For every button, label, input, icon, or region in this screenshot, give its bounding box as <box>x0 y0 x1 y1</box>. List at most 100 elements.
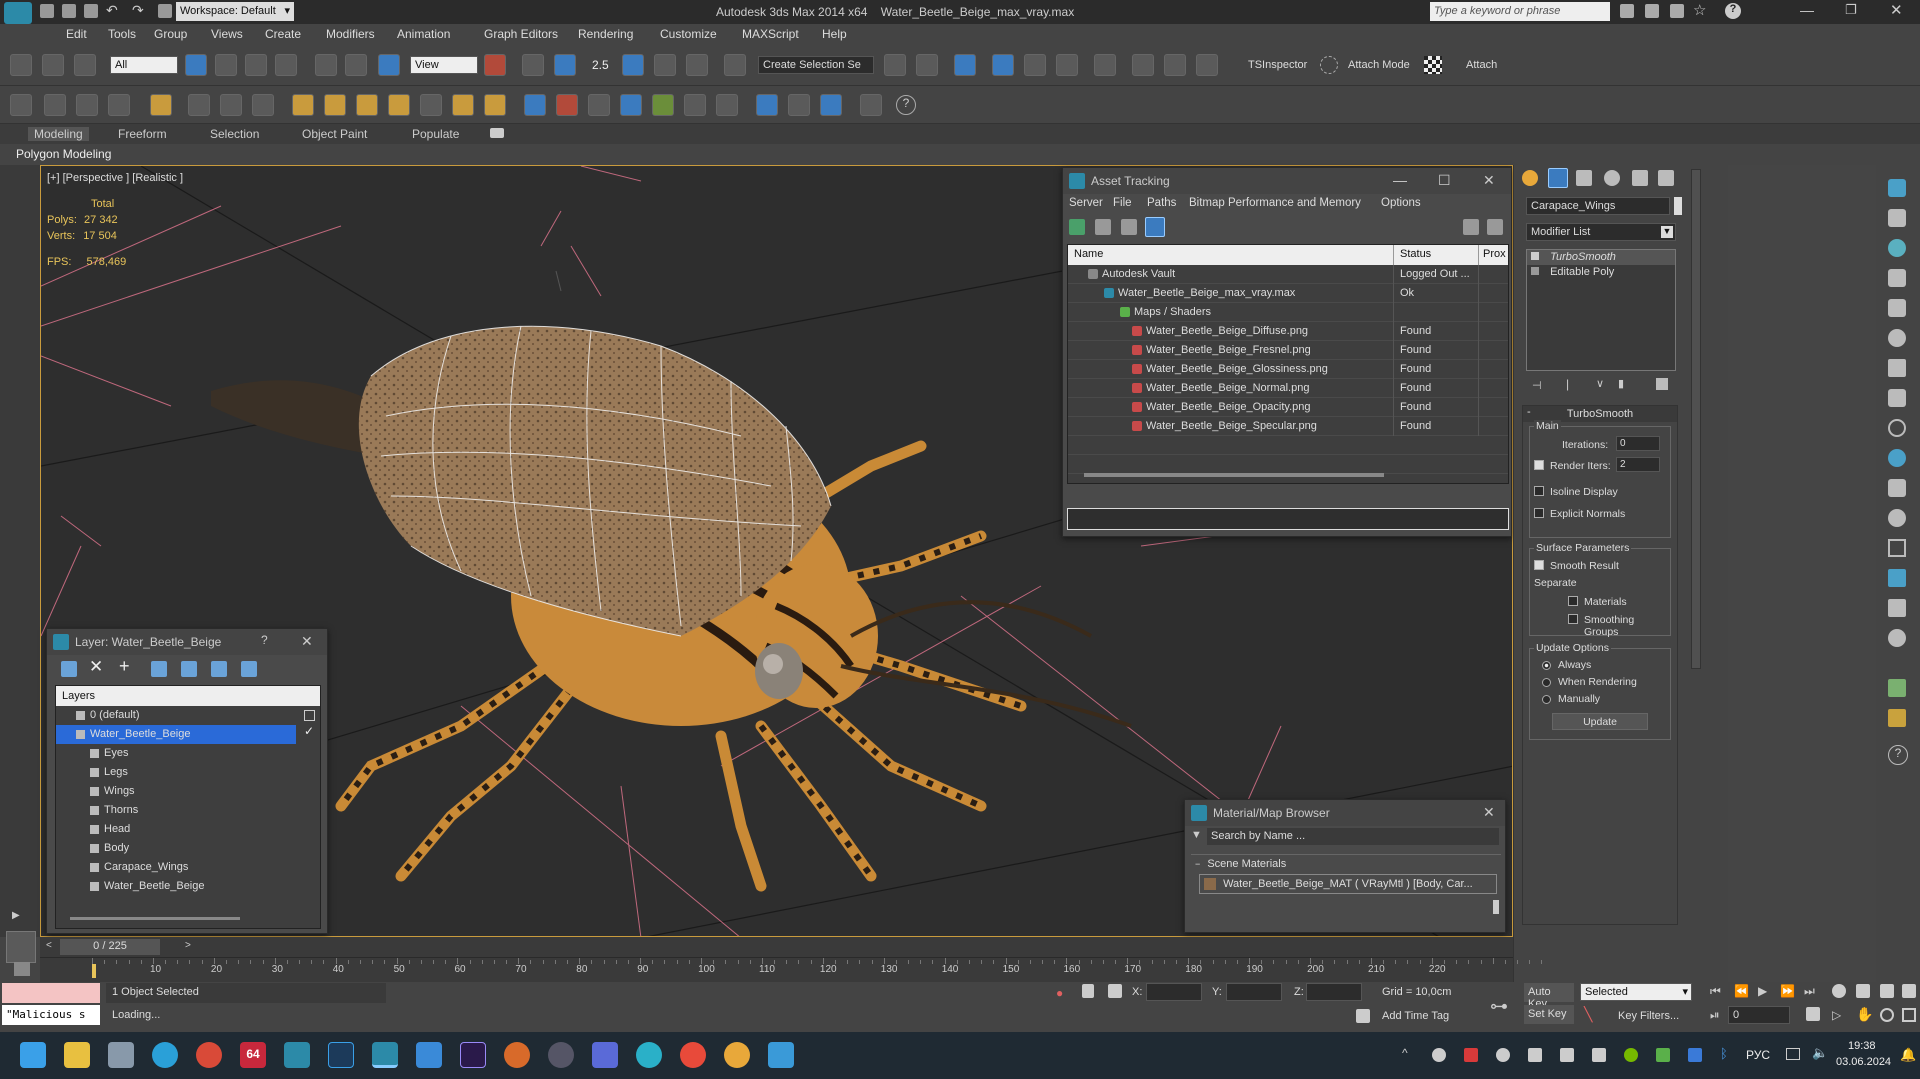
tray-usb-icon[interactable] <box>1528 1048 1542 1062</box>
select-by-name-icon[interactable] <box>215 54 237 76</box>
vray-sun-icon[interactable] <box>452 94 474 116</box>
z-coordinate-field[interactable] <box>1306 983 1362 1001</box>
asset-row[interactable]: Water_Beetle_Beige_Glossiness.png Found <box>1068 360 1508 379</box>
magnet-icon[interactable] <box>1888 479 1906 497</box>
render-production-icon[interactable] <box>1196 54 1218 76</box>
list-view-icon[interactable] <box>1095 219 1111 235</box>
render-iters-spinner[interactable]: 2 <box>1616 457 1660 472</box>
stack-item-editable-poly[interactable]: Editable Poly <box>1527 265 1675 280</box>
workspace-dropdown[interactable]: Workspace: Default ▾ <box>176 2 294 21</box>
tray-download-icon[interactable] <box>1592 1048 1606 1062</box>
when-rendering-radio[interactable] <box>1542 676 1556 688</box>
vray-camera-icon[interactable] <box>588 94 610 116</box>
unlink-icon[interactable] <box>42 54 64 76</box>
col-status[interactable]: Status <box>1400 248 1431 260</box>
attach-button[interactable]: Attach <box>1466 59 1497 71</box>
pan-icon[interactable]: ✋ <box>1856 1006 1873 1023</box>
asset-menu-bitmap-performance-and-memory[interactable]: Bitmap Performance and Memory <box>1189 197 1361 209</box>
create-tab-icon[interactable] <box>1522 170 1538 186</box>
asset-hscroll[interactable] <box>1084 473 1384 477</box>
zoom-extents-icon[interactable] <box>1880 984 1894 998</box>
panel-scrollbar[interactable] <box>1691 169 1701 669</box>
fov-icon[interactable]: ▷ <box>1832 1008 1841 1022</box>
table-view-icon[interactable] <box>1121 219 1137 235</box>
tray-display-icon[interactable] <box>1560 1048 1574 1062</box>
asset-tracking-titlebar[interactable]: Asset Tracking — ☐ ✕ <box>1063 168 1511 194</box>
gitkraken-icon[interactable] <box>504 1042 530 1068</box>
timeline-ruler[interactable]: 10 20 30 40 50 60 70 80 90 100 110 120 130 140 150 160 1… <box>14 957 1543 982</box>
rendered-frame-window-icon[interactable] <box>1164 54 1186 76</box>
asset-row[interactable]: Water_Beetle_Beige_Specular.png Found <box>1068 417 1508 436</box>
render-setup-icon[interactable] <box>1132 54 1154 76</box>
time-tag-icon[interactable] <box>1356 1009 1370 1023</box>
vray-ies-light-icon[interactable] <box>388 94 410 116</box>
pin-icon[interactable] <box>1888 509 1906 527</box>
save-icon[interactable] <box>592 1042 618 1068</box>
menu-customize[interactable]: Customize <box>660 27 717 41</box>
iterations-spinner[interactable]: 0 <box>1616 436 1660 451</box>
keyboard-shortcut-override-icon[interactable] <box>554 54 576 76</box>
photoshop-icon[interactable] <box>328 1042 354 1068</box>
snap-toggle[interactable]: 2.5 <box>592 58 609 72</box>
notification-bell-icon[interactable]: 🔔 <box>1900 1047 1916 1063</box>
layer-row[interactable]: Eyes <box>56 744 320 763</box>
asset-row[interactable]: Water_Beetle_Beige_Fresnel.png Found <box>1068 341 1508 360</box>
layer-row[interactable]: Head <box>56 820 320 839</box>
set-key-button[interactable]: Set Key <box>1524 1005 1574 1024</box>
scale-icon[interactable] <box>378 54 400 76</box>
make-unique-icon[interactable]: ∨ <box>1596 377 1604 390</box>
always-radio[interactable] <box>1542 659 1556 671</box>
materials-checkbox[interactable] <box>1568 595 1583 607</box>
lock-icon[interactable] <box>1888 389 1906 407</box>
selection-filter-dropdown[interactable]: All <box>110 56 178 74</box>
vray-sphere-icon[interactable] <box>252 94 274 116</box>
key-mode-icon[interactable]: ⊶ <box>1490 996 1508 1017</box>
viewport-label[interactable]: [+] [Perspective ] [Realistic ] <box>47 172 183 184</box>
vray-help-icon[interactable]: ? <box>896 95 916 115</box>
smooth-result-checkbox[interactable] <box>1534 559 1549 571</box>
yandex-icon[interactable] <box>680 1042 706 1068</box>
vray-render-icon[interactable] <box>76 94 98 116</box>
vray-globe-icon[interactable] <box>756 94 778 116</box>
3dsmax-active-icon[interactable] <box>372 1042 398 1068</box>
isolate-selection-icon[interactable]: ● <box>1056 986 1063 1000</box>
vray-material-icon[interactable] <box>108 94 130 116</box>
layer-row[interactable]: Water_Beetle_Beige <box>56 725 296 744</box>
material-browser-titlebar[interactable]: Material/Map Browser ✕ <box>1185 800 1505 826</box>
after-effects-icon[interactable] <box>460 1042 486 1068</box>
ribbon-toggle-icon[interactable] <box>992 54 1014 76</box>
open-file-icon[interactable] <box>62 4 76 18</box>
vray-proxy-icon[interactable] <box>188 94 210 116</box>
tray-shield-icon[interactable] <box>1688 1048 1702 1062</box>
time-slider-thumb[interactable]: 0 / 225 <box>60 939 160 955</box>
box-icon[interactable] <box>1888 539 1906 557</box>
motion-tab-icon[interactable] <box>1604 170 1620 186</box>
menu-edit[interactable]: Edit <box>66 27 87 41</box>
ribbon-tab-populate[interactable]: Populate <box>412 127 459 141</box>
manually-radio[interactable] <box>1542 693 1556 705</box>
asset-menu-paths[interactable]: Paths <box>1147 197 1176 209</box>
windows-start-icon[interactable] <box>20 1042 46 1068</box>
vray-toon-icon[interactable] <box>556 94 578 116</box>
help-icon[interactable]: ? <box>1888 745 1908 765</box>
zoom-all-icon[interactable] <box>1856 984 1870 998</box>
vray-settings-icon[interactable] <box>860 94 882 116</box>
object-color-swatch[interactable] <box>1674 197 1682 215</box>
ribbon-options-icon[interactable] <box>490 128 504 138</box>
exchange-icon[interactable] <box>1670 4 1684 18</box>
language-indicator[interactable]: РУС <box>1746 1048 1770 1062</box>
asset-menu-server[interactable]: Server <box>1069 197 1103 209</box>
layer-hscroll[interactable] <box>70 917 240 920</box>
curve-editor-icon[interactable] <box>1024 54 1046 76</box>
play-icon[interactable]: ▶ <box>1758 984 1767 998</box>
selection-lock-icon[interactable] <box>1082 984 1094 998</box>
task-view-icon[interactable] <box>108 1042 134 1068</box>
menu-tools[interactable]: Tools <box>108 27 136 41</box>
asset-row[interactable]: Water_Beetle_Beige_Diffuse.png Found <box>1068 322 1508 341</box>
mirror-icon[interactable] <box>884 54 906 76</box>
layer-row[interactable]: Water_Beetle_Beige <box>56 877 320 896</box>
absolute-mode-icon[interactable] <box>1108 984 1122 998</box>
tsinspector-button[interactable]: TSInspector <box>1248 59 1307 71</box>
asset-row[interactable]: Water_Beetle_Beige_Opacity.png Found <box>1068 398 1508 417</box>
menu-maxscript[interactable]: MAXScript <box>742 27 799 41</box>
